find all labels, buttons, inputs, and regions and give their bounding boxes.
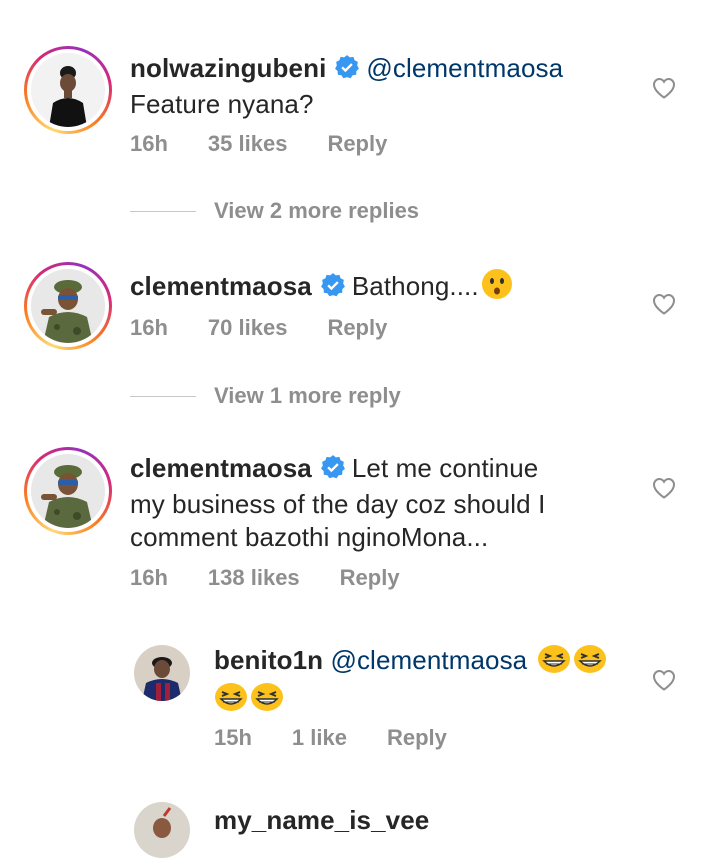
username-link[interactable]: my_name_is_vee [214, 805, 429, 835]
grinning-squinting-face-emoji-icon [250, 682, 284, 720]
view-more-replies-label: View 1 more reply [214, 383, 401, 408]
comment-time: 16h [130, 131, 168, 156]
username-link[interactable]: nolwazingubeni [130, 53, 326, 83]
username-link[interactable]: benito1n [214, 645, 323, 675]
likes-count[interactable]: 70 likes [208, 315, 288, 341]
comment-text: Feature nyana? [130, 89, 314, 119]
likes-count[interactable]: 138 likes [208, 565, 300, 591]
comment-text-line-2: my business of the day coz should I [130, 489, 546, 519]
grinning-squinting-face-emoji-icon [537, 644, 571, 682]
reply-button[interactable]: Reply [340, 565, 400, 591]
heart-icon[interactable] [652, 669, 676, 691]
divider [130, 210, 196, 212]
view-more-replies-button[interactable]: View 1 more reply [130, 383, 401, 409]
reply-button[interactable]: Reply [387, 725, 447, 751]
verified-badge-icon [320, 454, 346, 488]
avatar[interactable] [134, 802, 190, 858]
verified-badge-icon [334, 54, 360, 88]
heart-icon[interactable] [652, 77, 676, 99]
comment-item: nolwazingubeni @clementmaosa Feature nyan… [0, 0, 720, 240]
avatar [31, 269, 105, 343]
username-link[interactable]: clementmaosa [130, 453, 312, 483]
comment-text-line-1: Let me continue [351, 453, 539, 483]
comment-time: 16h [130, 315, 168, 340]
username-link[interactable]: clementmaosa [130, 271, 312, 301]
comment-text-line-3: comment bazothi nginoMona... [130, 522, 489, 552]
view-more-replies-button[interactable]: View 2 more replies [130, 198, 419, 224]
likes-count[interactable]: 35 likes [208, 131, 288, 157]
reply-button[interactable]: Reply [327, 131, 387, 157]
hushed-face-emoji-icon [481, 268, 513, 308]
avatar [31, 454, 105, 528]
verified-badge-icon [320, 272, 346, 306]
reply-time: 15h [214, 725, 252, 750]
mention-link[interactable]: @clementmaosa [366, 53, 563, 83]
likes-count[interactable]: 1 like [292, 725, 347, 751]
divider [130, 395, 196, 397]
grinning-squinting-face-emoji-icon [214, 682, 248, 720]
heart-icon[interactable] [652, 293, 676, 315]
avatar[interactable] [134, 645, 190, 701]
heart-icon[interactable] [652, 477, 676, 499]
story-ring-avatar[interactable] [24, 46, 112, 134]
grinning-squinting-face-emoji-icon [573, 644, 607, 682]
story-ring-avatar[interactable] [24, 262, 112, 350]
mention-link[interactable]: @clementmaosa [330, 645, 527, 675]
comment-time: 16h [130, 565, 168, 590]
reply-button[interactable]: Reply [327, 315, 387, 341]
avatar [31, 53, 105, 127]
view-more-replies-label: View 2 more replies [214, 198, 420, 223]
comment-text: Bathong.... [351, 271, 479, 301]
story-ring-avatar[interactable] [24, 447, 112, 535]
